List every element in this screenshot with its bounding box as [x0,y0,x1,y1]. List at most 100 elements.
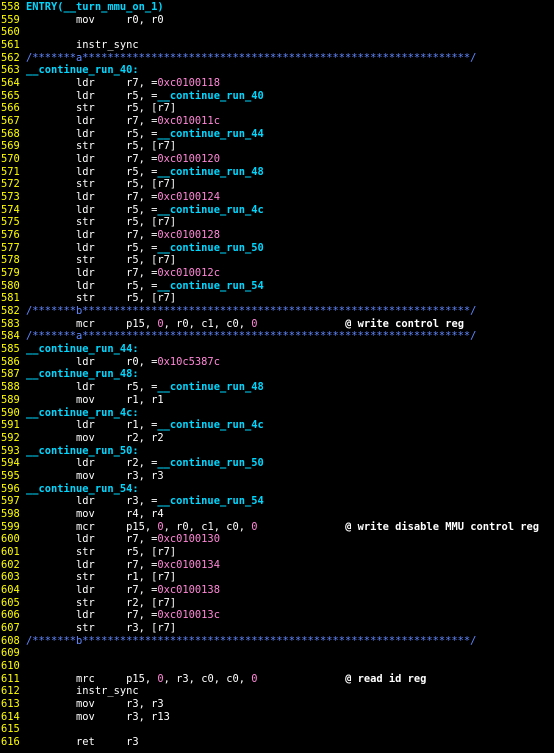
code-token: __continue_run_48 [157,165,264,178]
line-number: 591 [1,419,20,432]
code-line[interactable]: 558 ENTRY(__turn_mmu_on_1) [0,1,554,14]
line-number: 576 [1,229,20,242]
code-line[interactable]: 565 ldr r5, =__continue_run_40 [0,90,554,103]
code-token: r1, = [94,419,158,432]
code-line[interactable]: 568 ldr r5, =__continue_run_44 [0,128,554,141]
code-line[interactable]: 602 ldr r7, =0xc0100134 [0,559,554,572]
code-line[interactable]: 563 __continue_run_40: [0,64,554,77]
code-text: mov r3, r3 [26,470,554,483]
code-line[interactable]: 564 ldr r7, =0xc0100118 [0,77,554,90]
code-line[interactable]: 612 instr_sync [0,685,554,698]
code-line[interactable]: 601 str r5, [r7] [0,546,554,559]
code-line[interactable]: 589 mov r1, r1 [0,394,554,407]
code-text: str r5, [r7] [26,140,554,153]
code-line[interactable]: 615 [0,723,554,736]
line-number: 605 [1,596,20,609]
line-number: 571 [1,165,20,178]
code-line[interactable]: 607 str r3, [r7] [0,622,554,635]
code-line[interactable]: 604 ldr r7, =0xc0100138 [0,584,554,597]
code-line[interactable]: 609 [0,647,554,660]
code-line[interactable]: 580 ldr r5, =__continue_run_54 [0,280,554,293]
code-line[interactable]: 571 ldr r5, =__continue_run_48 [0,166,554,179]
code-line[interactable]: 616 ret r3 [0,736,554,749]
code-token: /*******a*******************************… [26,330,477,343]
code-line[interactable]: 573 ldr r7, =0xc0100124 [0,191,554,204]
code-line[interactable]: 599 mcr p15, 0, r0, c1, c0, 0 @ write di… [0,521,554,534]
line-number: 600 [1,533,20,546]
code-line[interactable]: 574 ldr r5, =__continue_run_4c [0,204,554,217]
code-line[interactable]: 597 ldr r3, =__continue_run_54 [0,495,554,508]
code-line[interactable]: 581 str r5, [r7] [0,292,554,305]
code-line[interactable]: 584 /*******a****************************… [0,330,554,343]
code-line[interactable]: 590 __continue_run_4c: [0,407,554,420]
code-line[interactable]: 613 mov r3, r3 [0,698,554,711]
code-line[interactable]: 575 str r5, [r7] [0,216,554,229]
code-line[interactable]: 588 ldr r5, =__continue_run_48 [0,381,554,394]
line-number: 586 [1,355,20,368]
code-line[interactable]: 582 /*******b****************************… [0,305,554,318]
code-text: instr_sync [26,39,554,52]
code-text: ldr r7, =0xc010012c [26,267,554,280]
code-token: ldr [76,203,95,216]
code-text: ldr r5, =__continue_run_54 [26,280,554,293]
code-line[interactable]: 600 ldr r7, =0xc0100130 [0,533,554,546]
code-line[interactable]: 611 mrc p15, 0, r3, c0, c0, 0 @ read id … [0,673,554,686]
code-line[interactable]: 562 /*******a****************************… [0,52,554,65]
code-line[interactable]: 591 ldr r1, =__continue_run_4c [0,419,554,432]
code-token: r5, = [94,89,158,102]
code-text: str r5, [r7] [26,254,554,267]
line-number: 563 [1,64,20,77]
code-line[interactable]: 569 str r5, [r7] [0,140,554,153]
code-line[interactable]: 572 str r5, [r7] [0,178,554,191]
code-line[interactable]: 578 str r5, [r7] [0,254,554,267]
code-line[interactable]: 587 __continue_run_48: [0,368,554,381]
code-line[interactable]: 585 __continue_run_44: [0,343,554,356]
code-token: mcr [76,520,95,533]
code-text: ldr r5, =__continue_run_50 [26,242,554,255]
code-text: str r5, [r7] [26,178,554,191]
code-line[interactable]: 596 __continue_run_54: [0,483,554,496]
code-text: ldr r3, =__continue_run_54 [26,495,554,508]
code-line[interactable]: 603 str r1, [r7] [0,571,554,584]
code-token: r3, r13 [94,710,170,723]
line-number: 585 [1,343,20,356]
code-text: /*******a*******************************… [26,330,554,343]
code-line[interactable]: 605 str r2, [r7] [0,597,554,610]
code-line[interactable]: 594 ldr r2, =__continue_run_50 [0,457,554,470]
code-line[interactable]: 593 __continue_run_50: [0,445,554,458]
code-token: r5, [r7] [94,178,177,191]
code-line[interactable]: 566 str r5, [r7] [0,102,554,115]
code-token: ldr [76,115,95,128]
code-text: ldr r5, =__continue_run_40 [26,90,554,103]
code-line[interactable]: 592 mov r2, r2 [0,432,554,445]
code-line[interactable]: 570 ldr r7, =0xc0100120 [0,153,554,166]
code-line[interactable]: 576 ldr r7, =0xc0100128 [0,229,554,242]
code-line[interactable]: 595 mov r3, r3 [0,470,554,483]
code-line[interactable]: 598 mov r4, r4 [0,508,554,521]
code-token: p15, [94,317,158,330]
code-text: ldr r1, =__continue_run_4c [26,419,554,432]
code-line[interactable]: 583 mcr p15, 0, r0, c1, c0, 0 @ write co… [0,318,554,331]
code-line[interactable]: 579 ldr r7, =0xc010012c [0,267,554,280]
code-token: mov [76,507,95,520]
code-line[interactable]: 608 /*******b****************************… [0,635,554,648]
code-line[interactable]: 586 ldr r0, =0x10c5387c [0,356,554,369]
code-line[interactable]: 561 instr_sync [0,39,554,52]
code-editor[interactable]: 558 ENTRY(__turn_mmu_on_1) 559 mov r0, r0 5… [0,0,554,753]
line-number: 572 [1,178,20,191]
code-line[interactable]: 560 [0,26,554,39]
code-line[interactable]: 606 ldr r7, =0xc010013c [0,609,554,622]
line-number: 609 [1,647,20,660]
code-line[interactable]: 559 mov r0, r0 [0,14,554,27]
code-line[interactable]: 614 mov r3, r13 [0,711,554,724]
code-line[interactable]: 577 ldr r5, =__continue_run_50 [0,242,554,255]
code-line[interactable]: 610 [0,660,554,673]
code-line[interactable]: 567 ldr r7, =0xc010011c [0,115,554,128]
code-token: __continue_run_54 [157,279,264,292]
